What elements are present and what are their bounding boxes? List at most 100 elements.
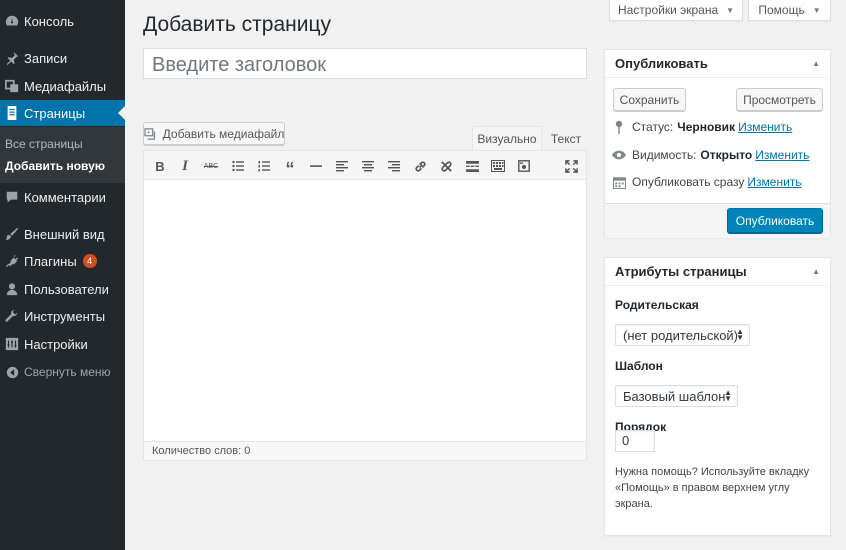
- menu-label: Страницы: [24, 105, 86, 121]
- order-input[interactable]: 0: [615, 430, 655, 452]
- add-media-button[interactable]: Добавить медиафайл: [143, 122, 285, 145]
- page-title: Добавить страницу: [143, 13, 331, 36]
- select-arrows-icon: ▲ ▼: [724, 388, 732, 403]
- menu-label: Внешний вид: [24, 226, 105, 242]
- parent-select-value: (нет родительской): [623, 327, 739, 343]
- align-left-icon[interactable]: [332, 156, 352, 176]
- tab-visual[interactable]: Визуально: [472, 126, 542, 151]
- bold-icon[interactable]: B: [150, 156, 170, 176]
- collapse-toggle-icon[interactable]: ▲: [812, 258, 820, 286]
- menu-settings[interactable]: Настройки: [0, 331, 125, 357]
- menu-tools[interactable]: Инструменты: [0, 303, 125, 329]
- collapse-menu-button[interactable]: Свернуть меню: [0, 359, 125, 385]
- template-label: Шаблон: [615, 359, 663, 373]
- menu-label: Записи: [24, 50, 68, 66]
- read-more-icon[interactable]: [462, 156, 482, 176]
- settings-icon: [1, 337, 23, 351]
- content-editor: B I ABC “ Количество слов: 0: [143, 150, 587, 461]
- edit-schedule-link[interactable]: Изменить: [747, 175, 801, 189]
- word-count: Количество слов: 0: [144, 441, 586, 460]
- user-icon: [1, 282, 23, 296]
- italic-icon[interactable]: I: [175, 156, 195, 176]
- screen-options-label: Настройки экрана: [617, 3, 719, 17]
- save-draft-button[interactable]: Сохранить: [613, 88, 686, 111]
- menu-plugins[interactable]: Плагины 4: [0, 248, 125, 274]
- edit-status-link[interactable]: Изменить: [738, 120, 792, 134]
- help-button[interactable]: Помощь ▼: [748, 0, 831, 21]
- comment-icon: [1, 190, 23, 204]
- menu-appearance[interactable]: Внешний вид: [0, 221, 125, 247]
- help-label: Помощь: [758, 3, 805, 17]
- update-count-badge: 4: [82, 254, 97, 268]
- menu-console[interactable]: Консоль: [0, 8, 125, 34]
- menu-label: Плагины: [24, 253, 77, 269]
- publish-actions: Опубликовать: [605, 203, 830, 238]
- menu-pages[interactable]: Страницы: [0, 100, 125, 126]
- submenu-add-new[interactable]: Добавить новую: [5, 159, 105, 173]
- blockquote-icon[interactable]: “: [280, 156, 300, 178]
- strikethrough-icon[interactable]: ABC: [201, 156, 221, 176]
- status-label: Статус:: [632, 120, 674, 134]
- menu-media[interactable]: Медиафайлы: [0, 73, 125, 99]
- edit-visibility-link[interactable]: Изменить: [755, 148, 809, 162]
- title-input[interactable]: Введите заголовок: [143, 48, 587, 79]
- menu-comments[interactable]: Комментарии: [0, 184, 125, 210]
- visibility-row: Видимость: Открыто Изменить: [612, 148, 809, 162]
- add-media-icon: [144, 127, 158, 140]
- dashboard-icon: [1, 14, 23, 28]
- page-attributes-box: Атрибуты страницы ▲ Родительская (нет ро…: [604, 257, 831, 536]
- insert-media-icon[interactable]: [514, 156, 534, 176]
- page-attributes-header[interactable]: Атрибуты страницы ▲: [605, 258, 830, 286]
- menu-label: Консоль: [24, 13, 74, 29]
- link-icon[interactable]: [410, 156, 430, 176]
- fullscreen-icon[interactable]: [561, 156, 581, 176]
- menu-label: Инструменты: [24, 308, 106, 324]
- toolbar-toggle-icon[interactable]: [488, 156, 508, 176]
- screen-options-button[interactable]: Настройки экрана ▼: [609, 0, 743, 21]
- editor-content-area[interactable]: [144, 181, 586, 441]
- pin-icon: [612, 120, 626, 134]
- bullet-list-icon[interactable]: [228, 156, 248, 176]
- eye-icon: [612, 150, 626, 160]
- calendar-icon: [612, 176, 626, 189]
- parent-select[interactable]: (нет родительской) ▲ ▼: [615, 324, 750, 346]
- media-icon: [1, 79, 23, 93]
- horizontal-rule-icon[interactable]: [306, 156, 326, 176]
- tab-text[interactable]: Текст: [546, 126, 586, 151]
- align-right-icon[interactable]: [384, 156, 404, 176]
- template-select[interactable]: Базовый шаблон ▲ ▼: [615, 385, 738, 407]
- publish-button[interactable]: Опубликовать: [727, 208, 823, 233]
- visibility-value: Открыто: [700, 148, 753, 162]
- menu-label: Комментарии: [24, 189, 106, 205]
- numbered-list-icon[interactable]: [254, 156, 274, 176]
- status-value: Черновик: [677, 120, 736, 134]
- parent-label: Родительская: [615, 298, 699, 312]
- publish-box-header[interactable]: Опубликовать ▲: [605, 50, 830, 78]
- select-arrows-icon: ▲ ▼: [736, 327, 744, 342]
- collapse-toggle-icon[interactable]: ▲: [812, 50, 820, 78]
- pin-icon: [1, 51, 23, 65]
- submenu-all-pages[interactable]: Все страницы: [5, 137, 83, 151]
- collapse-icon: [1, 366, 23, 379]
- unlink-icon[interactable]: [436, 156, 456, 176]
- menu-posts[interactable]: Записи: [0, 45, 125, 71]
- menu-label: Медиафайлы: [24, 78, 107, 94]
- publish-box-title: Опубликовать: [615, 56, 708, 71]
- align-center-icon[interactable]: [358, 156, 378, 176]
- help-text: Нужна помощь? Используйте вкладку «Помощ…: [615, 466, 810, 510]
- schedule-row: Опубликовать сразу Изменить: [612, 175, 802, 189]
- admin-sidebar: Консоль Записи Медиафайлы Страницы Все с…: [0, 0, 125, 550]
- visibility-label: Видимость:: [632, 148, 697, 162]
- caret-down-icon: ▼: [726, 5, 735, 15]
- page-icon: [1, 106, 23, 120]
- collapse-menu-label: Свернуть меню: [24, 365, 111, 379]
- menu-label: Пользователи: [24, 281, 109, 297]
- page-attributes-title: Атрибуты страницы: [615, 264, 747, 279]
- publish-box: Опубликовать ▲ Сохранить Просмотреть Ста…: [604, 49, 831, 238]
- plugin-icon: [1, 254, 23, 268]
- preview-button[interactable]: Просмотреть: [736, 88, 823, 111]
- template-select-value: Базовый шаблон: [623, 388, 726, 404]
- menu-label: Настройки: [24, 336, 88, 352]
- menu-users[interactable]: Пользователи: [0, 276, 125, 302]
- add-media-label: Добавить медиафайл: [162, 126, 285, 141]
